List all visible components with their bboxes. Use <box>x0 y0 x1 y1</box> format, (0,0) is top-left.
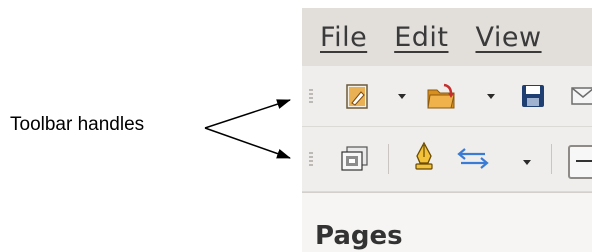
open-folder-icon[interactable] <box>426 82 456 110</box>
toolbar-handle[interactable] <box>309 89 313 103</box>
application-window: File Edit View Pages <box>302 8 592 252</box>
arrows-icon[interactable] <box>457 147 489 169</box>
menu-view[interactable]: View <box>475 22 541 53</box>
slide-layout-icon[interactable] <box>341 146 369 172</box>
new-dropdown-icon[interactable] <box>398 94 406 99</box>
save-icon[interactable] <box>521 84 545 108</box>
toolbar-handle[interactable] <box>309 152 313 166</box>
arrows-dropdown-icon[interactable] <box>523 160 531 165</box>
line-style-icon[interactable] <box>568 145 592 179</box>
menu-edit[interactable]: Edit <box>394 22 448 53</box>
pen-icon[interactable] <box>413 141 435 171</box>
drawing-toolbar <box>302 127 592 192</box>
arrow-to-handle-1 <box>204 99 291 129</box>
pages-panel: Pages <box>302 192 592 252</box>
arrow-to-handle-2 <box>204 127 291 159</box>
standard-toolbar <box>302 66 592 127</box>
open-dropdown-icon[interactable] <box>487 94 495 99</box>
new-document-icon[interactable] <box>346 84 370 110</box>
toolbar-separator <box>388 144 389 174</box>
menu-file[interactable]: File <box>320 22 367 53</box>
toolbar-separator <box>551 144 552 174</box>
menu-bar: File Edit View <box>302 8 592 66</box>
panel-title: Pages <box>315 221 403 251</box>
toolbar-handles-label: Toolbar handles <box>10 114 145 135</box>
email-icon[interactable] <box>571 87 592 105</box>
